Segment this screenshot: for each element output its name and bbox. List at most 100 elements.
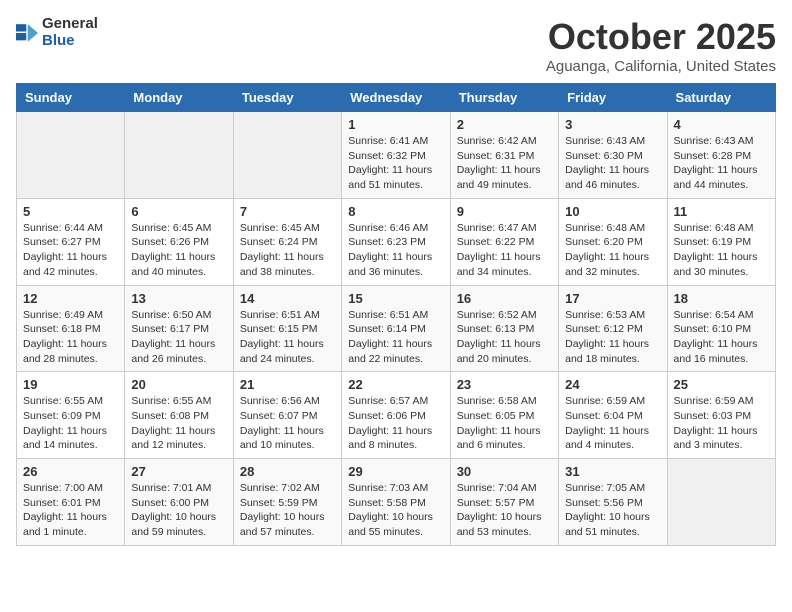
weekday-header-sunday: Sunday	[17, 84, 125, 112]
calendar-day-cell: 9Sunrise: 6:47 AMSunset: 6:22 PMDaylight…	[450, 198, 558, 285]
day-number: 4	[674, 117, 769, 132]
day-number: 26	[23, 464, 118, 479]
day-info: Sunrise: 6:43 AMSunset: 6:30 PMDaylight:…	[565, 134, 660, 193]
calendar-day-cell: 16 Sunrise: 6:52 AMSunset: 6:13 PMDayligh…	[450, 285, 558, 372]
day-info: Sunrise: 7:01 AMSunset: 6:00 PMDaylight:…	[131, 481, 226, 540]
day-number: 17	[565, 291, 660, 306]
day-info: Sunrise: 6:51 AMSunset: 6:15 PMDaylight:…	[240, 308, 335, 367]
logo: General Blue	[16, 16, 98, 49]
day-number: 31	[565, 464, 660, 479]
calendar-day-cell: 14 Sunrise: 6:51 AMSunset: 6:15 PMDayligh…	[233, 285, 341, 372]
day-info: Sunrise: 6:54 AMSunset: 6:10 PMDaylight:…	[674, 308, 769, 367]
day-number: 12	[23, 291, 118, 306]
day-number: 29	[348, 464, 443, 479]
day-number: 22	[348, 377, 443, 392]
calendar-day-cell: 26 Sunrise: 7:00 AMSunset: 6:01 PMDayligh…	[17, 459, 125, 546]
day-info: Sunrise: 7:00 AMSunset: 6:01 PMDaylight:…	[23, 481, 118, 540]
weekday-header-thursday: Thursday	[450, 84, 558, 112]
calendar-day-cell: 23Sunrise: 6:58 AMSunset: 6:05 PMDayligh…	[450, 372, 558, 459]
day-info: Sunrise: 6:59 AMSunset: 6:04 PMDaylight:…	[565, 394, 660, 453]
weekday-header-saturday: Saturday	[667, 84, 775, 112]
calendar-day-cell: 10Sunrise: 6:48 AMSunset: 6:20 PMDayligh…	[559, 198, 667, 285]
day-info: Sunrise: 7:02 AMSunset: 5:59 PMDaylight:…	[240, 481, 335, 540]
day-info: Sunrise: 6:44 AMSunset: 6:27 PMDaylight:…	[23, 221, 118, 280]
calendar-day-cell	[125, 112, 233, 199]
calendar-day-cell: 17 Sunrise: 6:53 AMSunset: 6:12 PMDayligh…	[559, 285, 667, 372]
calendar-day-cell: 31 Sunrise: 7:05 AMSunset: 5:56 PMDayligh…	[559, 459, 667, 546]
day-info: Sunrise: 6:45 AMSunset: 6:26 PMDaylight:…	[131, 221, 226, 280]
calendar-day-cell: 5 Sunrise: 6:44 AMSunset: 6:27 PMDaylight…	[17, 198, 125, 285]
day-number: 19	[23, 377, 118, 392]
day-info: Sunrise: 6:53 AMSunset: 6:12 PMDaylight:…	[565, 308, 660, 367]
day-info: Sunrise: 6:46 AMSunset: 6:23 PMDaylight:…	[348, 221, 443, 280]
day-number: 15	[348, 291, 443, 306]
calendar-day-cell: 21Sunrise: 6:56 AMSunset: 6:07 PMDayligh…	[233, 372, 341, 459]
calendar-day-cell: 22 Sunrise: 6:57 AMSunset: 6:06 PMDayligh…	[342, 372, 450, 459]
day-info: Sunrise: 7:04 AMSunset: 5:57 PMDaylight:…	[457, 481, 552, 540]
calendar-day-cell: 8 Sunrise: 6:46 AMSunset: 6:23 PMDaylight…	[342, 198, 450, 285]
day-info: Sunrise: 6:59 AMSunset: 6:03 PMDaylight:…	[674, 394, 769, 453]
calendar-day-cell	[233, 112, 341, 199]
day-number: 2	[457, 117, 552, 132]
calendar-day-cell: 4 Sunrise: 6:43 AMSunset: 6:28 PMDaylight…	[667, 112, 775, 199]
day-number: 11	[674, 204, 769, 219]
day-info: Sunrise: 7:03 AMSunset: 5:58 PMDaylight:…	[348, 481, 443, 540]
page-header: General Blue October 2025 Aguanga, Calif…	[16, 16, 776, 75]
calendar-day-cell: 24Sunrise: 6:59 AMSunset: 6:04 PMDayligh…	[559, 372, 667, 459]
day-info: Sunrise: 6:48 AMSunset: 6:19 PMDaylight:…	[674, 221, 769, 280]
logo-blue: Blue	[42, 33, 98, 50]
calendar-day-cell: 27Sunrise: 7:01 AMSunset: 6:00 PMDayligh…	[125, 459, 233, 546]
calendar-week-2: 5 Sunrise: 6:44 AMSunset: 6:27 PMDaylight…	[17, 198, 776, 285]
calendar-day-cell: 2 Sunrise: 6:42 AMSunset: 6:31 PMDaylight…	[450, 112, 558, 199]
calendar-day-cell: 18 Sunrise: 6:54 AMSunset: 6:10 PMDayligh…	[667, 285, 775, 372]
day-info: Sunrise: 6:51 AMSunset: 6:14 PMDaylight:…	[348, 308, 443, 367]
calendar-subtitle: Aguanga, California, United States	[546, 58, 776, 75]
logo-general: General	[42, 16, 98, 33]
calendar-day-cell: 3Sunrise: 6:43 AMSunset: 6:30 PMDaylight…	[559, 112, 667, 199]
day-number: 28	[240, 464, 335, 479]
calendar-day-cell: 25 Sunrise: 6:59 AMSunset: 6:03 PMDayligh…	[667, 372, 775, 459]
calendar-title: October 2025	[546, 16, 776, 58]
day-number: 14	[240, 291, 335, 306]
day-number: 8	[348, 204, 443, 219]
calendar-day-cell: 19 Sunrise: 6:55 AMSunset: 6:09 PMDayligh…	[17, 372, 125, 459]
day-number: 18	[674, 291, 769, 306]
logo-icon	[16, 24, 38, 42]
day-number: 13	[131, 291, 226, 306]
day-info: Sunrise: 7:05 AMSunset: 5:56 PMDaylight:…	[565, 481, 660, 540]
day-info: Sunrise: 6:45 AMSunset: 6:24 PMDaylight:…	[240, 221, 335, 280]
calendar-day-cell	[17, 112, 125, 199]
day-info: Sunrise: 6:52 AMSunset: 6:13 PMDaylight:…	[457, 308, 552, 367]
calendar-day-cell: 1Sunrise: 6:41 AMSunset: 6:32 PMDaylight…	[342, 112, 450, 199]
calendar-day-cell: 7Sunrise: 6:45 AMSunset: 6:24 PMDaylight…	[233, 198, 341, 285]
calendar-day-cell: 13 Sunrise: 6:50 AMSunset: 6:17 PMDayligh…	[125, 285, 233, 372]
calendar-day-cell	[667, 459, 775, 546]
day-number: 30	[457, 464, 552, 479]
day-info: Sunrise: 6:55 AMSunset: 6:09 PMDaylight:…	[23, 394, 118, 453]
day-info: Sunrise: 6:47 AMSunset: 6:22 PMDaylight:…	[457, 221, 552, 280]
day-number: 20	[131, 377, 226, 392]
day-number: 16	[457, 291, 552, 306]
day-number: 5	[23, 204, 118, 219]
calendar-day-cell: 11 Sunrise: 6:48 AMSunset: 6:19 PMDayligh…	[667, 198, 775, 285]
calendar-day-cell: 15 Sunrise: 6:51 AMSunset: 6:14 PMDayligh…	[342, 285, 450, 372]
day-number: 21	[240, 377, 335, 392]
calendar-week-4: 19 Sunrise: 6:55 AMSunset: 6:09 PMDayligh…	[17, 372, 776, 459]
day-info: Sunrise: 6:42 AMSunset: 6:31 PMDaylight:…	[457, 134, 552, 193]
day-info: Sunrise: 6:57 AMSunset: 6:06 PMDaylight:…	[348, 394, 443, 453]
weekday-header-friday: Friday	[559, 84, 667, 112]
weekday-header-wednesday: Wednesday	[342, 84, 450, 112]
day-info: Sunrise: 6:50 AMSunset: 6:17 PMDaylight:…	[131, 308, 226, 367]
calendar-week-3: 12 Sunrise: 6:49 AMSunset: 6:18 PMDayligh…	[17, 285, 776, 372]
weekday-header-row: SundayMondayTuesdayWednesdayThursdayFrid…	[17, 84, 776, 112]
day-info: Sunrise: 6:58 AMSunset: 6:05 PMDaylight:…	[457, 394, 552, 453]
day-info: Sunrise: 6:43 AMSunset: 6:28 PMDaylight:…	[674, 134, 769, 193]
day-info: Sunrise: 6:48 AMSunset: 6:20 PMDaylight:…	[565, 221, 660, 280]
day-info: Sunrise: 6:55 AMSunset: 6:08 PMDaylight:…	[131, 394, 226, 453]
calendar-day-cell: 30 Sunrise: 7:04 AMSunset: 5:57 PMDayligh…	[450, 459, 558, 546]
day-info: Sunrise: 6:41 AMSunset: 6:32 PMDaylight:…	[348, 134, 443, 193]
day-info: Sunrise: 6:49 AMSunset: 6:18 PMDaylight:…	[23, 308, 118, 367]
day-number: 25	[674, 377, 769, 392]
title-section: October 2025 Aguanga, California, United…	[546, 16, 776, 75]
calendar-table: SundayMondayTuesdayWednesdayThursdayFrid…	[16, 83, 776, 546]
